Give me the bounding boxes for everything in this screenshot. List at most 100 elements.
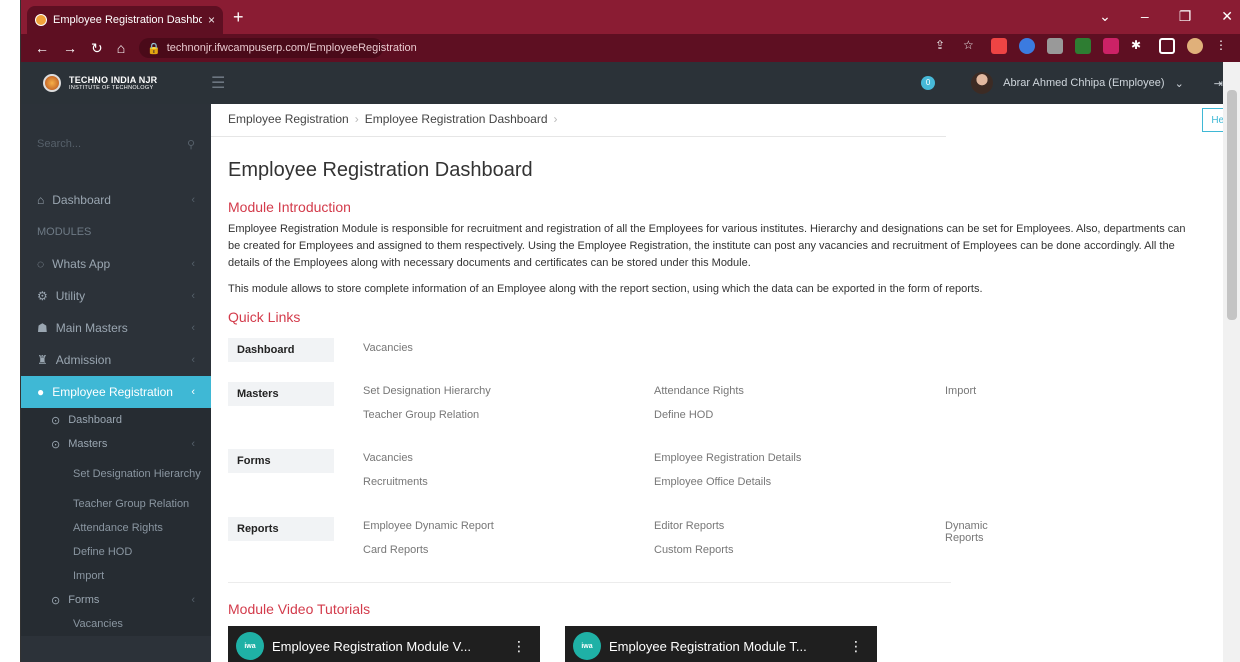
notification-bell-icon[interactable]: 0 — [921, 76, 936, 90]
close-tab-icon[interactable]: × — [208, 13, 215, 27]
sidebar-item-admission[interactable]: ♜ Admission ‹ — [21, 344, 211, 376]
back-icon[interactable]: ← — [35, 40, 49, 57]
user-name[interactable]: Abrar Ahmed Chhipa (Employee) — [1003, 77, 1164, 89]
channel-logo-icon: iwa — [236, 632, 264, 660]
logo-title: TECHNO INDIA NJR — [69, 75, 158, 85]
window-controls: ⌄ – ❐ ✕ — [1099, 8, 1233, 25]
tab-bar: Employee Registration Dashboar × + ⌄ – ❐… — [21, 0, 1240, 34]
video-thumbnail[interactable]: iwa Employee Registration Module V... ⋮ — [228, 626, 540, 662]
restore-icon[interactable]: ❐ — [1179, 8, 1192, 25]
quick-link[interactable]: Editor Reports — [654, 520, 724, 532]
quick-link[interactable]: Employee Registration Details — [654, 452, 801, 464]
new-tab-button[interactable]: + — [233, 8, 244, 26]
institute-logo[interactable]: TECHNO INDIA NJR INSTITUTE OF TECHNOLOGY — [21, 74, 211, 92]
sidebar-item-main-masters[interactable]: ☗ Main Masters ‹ — [21, 312, 211, 344]
submenu-masters[interactable]: ⊙ Masters ‹ — [21, 432, 211, 456]
extension-drop-icon[interactable] — [1019, 38, 1035, 54]
extensions-puzzle-icon[interactable]: ✱ — [1131, 38, 1147, 54]
quick-link[interactable]: Teacher Group Relation — [363, 409, 479, 421]
sidebar-item-label: Employee Registration — [52, 385, 173, 399]
quick-link[interactable]: Card Reports — [363, 544, 428, 556]
quick-link[interactable]: Dynamic Reports — [945, 520, 988, 544]
institution-icon: ♜ — [37, 353, 48, 367]
submenu-forms[interactable]: ⊙ Forms ‹ — [21, 588, 211, 612]
quick-link[interactable]: Employee Dynamic Report — [363, 520, 494, 532]
submenu-vacancies[interactable]: Vacancies — [21, 612, 211, 636]
quick-link[interactable]: Employee Office Details — [654, 476, 771, 488]
url-field[interactable]: 🔒 technonjr.ifwcampuserp.com/EmployeeReg… — [139, 38, 417, 58]
submenu-label: Dashboard — [68, 414, 123, 426]
video-thumbnail[interactable]: iwa Employee Registration Module T... ⋮ — [565, 626, 877, 662]
quick-link[interactable]: Import — [945, 385, 976, 397]
minimize-icon[interactable]: – — [1141, 8, 1149, 25]
tab-search-icon[interactable]: ⌄ — [1099, 8, 1111, 25]
extension-m-icon[interactable] — [991, 38, 1007, 54]
browser-window: Employee Registration Dashboar × + ⌄ – ❐… — [20, 0, 1240, 662]
quick-link[interactable]: Custom Reports — [654, 544, 733, 556]
sidebar-item-label: Utility — [55, 289, 86, 303]
close-window-icon[interactable]: ✕ — [1221, 8, 1233, 25]
breadcrumb-separator-icon: › — [354, 112, 359, 126]
quick-link[interactable]: Vacancies — [363, 452, 413, 464]
share-icon[interactable]: ⇪ — [935, 38, 951, 54]
sidebar-item-dashboard[interactable]: ⌂ Dashboard ‹ — [21, 184, 211, 216]
submenu-teacher-group-relation[interactable]: Teacher Group Relation — [21, 492, 211, 516]
sidebar-item-whatsapp[interactable]: ◌ Whats App ‹ — [21, 248, 211, 280]
submenu-set-designation-hierarchy[interactable]: Set Designation Hierarchy — [21, 456, 211, 492]
submenu-define-hod[interactable]: Define HOD — [21, 540, 211, 564]
video-title[interactable]: Employee Registration Module V... — [272, 639, 471, 654]
sidebar-item-label: Whats App — [52, 257, 111, 271]
quick-link[interactable]: Set Designation Hierarchy — [363, 385, 491, 397]
extension-monitor-icon[interactable] — [1075, 38, 1091, 54]
extension-abp-icon[interactable] — [1103, 38, 1119, 54]
sidepanel-icon[interactable] — [1159, 38, 1175, 54]
reload-icon[interactable]: ↻ — [91, 40, 103, 57]
scrollbar-thumb[interactable] — [1227, 90, 1237, 320]
url-text: technonjr.ifwcampuserp.com/EmployeeRegis… — [166, 42, 417, 54]
home-icon[interactable]: ⌂ — [117, 40, 125, 57]
chevron-left-icon: ‹ — [191, 386, 195, 398]
sidebar-item-employee-registration[interactable]: ● Employee Registration ‹ — [21, 376, 219, 408]
quick-link[interactable]: Define HOD — [654, 409, 713, 421]
extension-gear-icon[interactable] — [1047, 38, 1063, 54]
home-icon: ⌂ — [37, 193, 45, 207]
submenu-label: Masters — [68, 438, 108, 450]
sidebar-item-utility[interactable]: ⚙ Utility ‹ — [21, 280, 211, 312]
profile-avatar-icon[interactable] — [1187, 38, 1203, 54]
logout-icon[interactable]: ⇥ — [1214, 77, 1223, 90]
search-icon[interactable]: ⚲ — [187, 138, 195, 151]
quick-link[interactable]: Recruitments — [363, 476, 428, 488]
submenu-dashboard[interactable]: ⊙ Dashboard — [21, 408, 211, 432]
bookmark-star-icon[interactable]: ☆ — [963, 38, 979, 54]
sidebar-item-label: Dashboard — [52, 193, 111, 207]
module-intro-paragraph-2: This module allows to store complete inf… — [228, 283, 983, 295]
circle-arrow-icon: ⊙ — [51, 594, 61, 607]
chevron-left-icon: ‹ — [191, 354, 195, 366]
extensions: ⇪ ☆ ✱ ⋮ — [935, 38, 1231, 54]
video-more-icon[interactable]: ⋮ — [849, 638, 863, 655]
sidebar-search[interactable]: Search... ⚲ — [21, 104, 211, 184]
circle-arrow-icon: ⊙ — [51, 438, 61, 451]
breadcrumb-item[interactable]: Employee Registration Dashboard — [365, 112, 548, 126]
site-favicon-icon — [35, 14, 47, 26]
quick-link[interactable]: Attendance Rights — [654, 385, 744, 397]
quick-link[interactable]: Vacancies — [363, 342, 413, 354]
browser-menu-icon[interactable]: ⋮ — [1215, 38, 1231, 54]
submenu-import[interactable]: Import — [21, 564, 211, 588]
video-title[interactable]: Employee Registration Module T... — [609, 639, 807, 654]
breadcrumb-separator-icon: › — [553, 112, 558, 126]
search-input[interactable]: Search... — [37, 138, 81, 150]
user-menu-chevron-icon[interactable]: ⌄ — [1175, 77, 1184, 90]
sitemap-icon: ☗ — [37, 321, 48, 335]
chevron-left-icon: ‹ — [191, 290, 195, 302]
forward-icon[interactable]: → — [63, 40, 77, 57]
quick-links-heading: Quick Links — [228, 309, 301, 325]
user-avatar[interactable] — [971, 72, 994, 94]
browser-tab[interactable]: Employee Registration Dashboar × — [27, 6, 223, 34]
breadcrumb-item[interactable]: Employee Registration — [228, 112, 349, 126]
menu-toggle-icon[interactable]: ☰ — [211, 73, 225, 93]
divider — [228, 582, 951, 583]
submenu-attendance-rights[interactable]: Attendance Rights — [21, 516, 211, 540]
page-scrollbar[interactable] — [1223, 62, 1240, 662]
video-more-icon[interactable]: ⋮ — [512, 638, 526, 655]
